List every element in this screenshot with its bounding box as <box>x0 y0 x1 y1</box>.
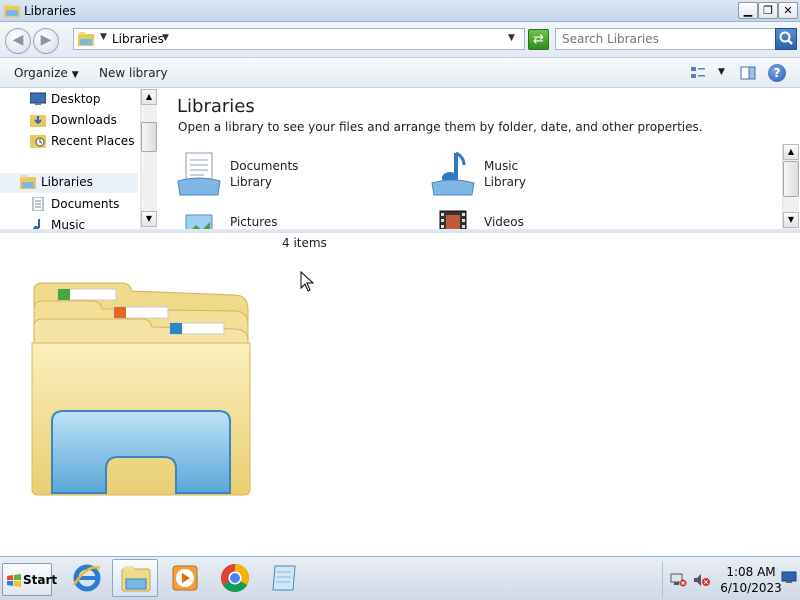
new-library-button[interactable]: New library <box>99 66 168 80</box>
libraries-large-icon <box>31 282 251 496</box>
taskbar-notepad[interactable] <box>262 559 308 597</box>
taskbar-chrome[interactable] <box>212 559 258 597</box>
sidebar-item-libraries[interactable]: Libraries <box>0 173 138 193</box>
navigation-pane: Desktop Downloads Recent Places Librarie… <box>0 89 160 229</box>
chevron-down-icon[interactable]: ▼ <box>718 67 725 77</box>
videos-library-icon <box>439 210 467 229</box>
title-bar: Libraries ▁ ❐ ✕ <box>0 0 800 22</box>
clock-date[interactable]: 6/10/2023 <box>717 581 785 595</box>
chevron-down-icon[interactable]: ▼ <box>100 32 107 42</box>
library-name: Music <box>484 159 519 173</box>
notification-area: 1:08 AM 6/10/2023 <box>662 561 798 597</box>
content-area: Libraries Open a library to see your fil… <box>160 89 800 229</box>
chevron-down-icon: ▼ <box>71 70 79 80</box>
organize-label: Organize <box>14 66 68 80</box>
refresh-button[interactable]: ⇄ <box>528 29 549 50</box>
pictures-library-icon <box>185 214 213 229</box>
library-tile-videos[interactable]: Videos <box>430 207 630 229</box>
taskbar: Start 1:08 AM 6/10/2023 <box>0 556 800 600</box>
sidebar-item-label: Music <box>51 218 86 229</box>
details-pane: 4 items <box>0 233 800 556</box>
downloads-folder-icon <box>30 115 46 127</box>
search-button[interactable] <box>775 28 797 50</box>
command-bar: Organize ▼ New library ▼ ? <box>0 58 800 88</box>
documents-library-icon <box>177 152 221 196</box>
scroll-thumb[interactable] <box>141 122 157 152</box>
notepad-icon <box>272 565 296 591</box>
sidebar-item-label: Libraries <box>41 175 93 189</box>
library-subtitle: Library <box>230 175 272 189</box>
scroll-down-button[interactable]: ▼ <box>141 211 157 227</box>
scroll-up-button[interactable]: ▲ <box>783 144 799 160</box>
internet-explorer-icon <box>72 564 101 592</box>
mouse-cursor-icon <box>300 271 315 292</box>
libraries-icon <box>4 4 20 17</box>
sidebar-item-music[interactable]: Music <box>30 216 135 229</box>
search-input[interactable] <box>562 32 772 46</box>
music-icon <box>33 219 40 229</box>
library-name: Videos <box>484 215 524 229</box>
start-button[interactable]: Start <box>2 563 57 596</box>
chevron-down-icon[interactable]: ▼ <box>162 33 169 43</box>
documents-icon <box>32 197 44 211</box>
scroll-up-button[interactable]: ▲ <box>141 89 157 105</box>
library-name: Documents <box>230 159 299 173</box>
media-player-icon <box>172 565 198 591</box>
scroll-down-button[interactable]: ▼ <box>783 212 799 228</box>
navigation-scrollbar[interactable]: ▲ ▼ <box>140 89 157 229</box>
breadcrumb-libraries[interactable]: Libraries <box>112 32 164 46</box>
clock-time[interactable]: 1:08 AM <box>721 565 781 579</box>
address-field[interactable]: ▼ Libraries ▼ ▼ <box>73 28 525 50</box>
help-button[interactable]: ? <box>768 64 786 82</box>
forward-button[interactable]: ▶ <box>33 28 59 54</box>
library-tile-documents[interactable]: Documents Library <box>176 151 376 199</box>
sidebar-item-downloads[interactable]: Downloads <box>30 111 135 131</box>
windows-logo-icon <box>7 574 21 587</box>
search-box[interactable] <box>555 28 797 50</box>
preview-pane-icon[interactable] <box>740 65 756 81</box>
music-library-icon <box>431 151 475 196</box>
address-history-dropdown[interactable]: ▼ <box>508 33 515 43</box>
search-icon <box>779 31 793 45</box>
organize-menu[interactable]: Organize ▼ <box>14 66 79 80</box>
minimize-button[interactable]: ▁ <box>738 2 758 19</box>
libraries-icon <box>20 175 36 189</box>
libraries-icon <box>78 32 94 46</box>
content-scrollbar[interactable]: ▲ ▼ <box>782 144 799 229</box>
library-tile-pictures[interactable]: Pictures <box>176 207 376 229</box>
windows-explorer-icon <box>121 566 151 592</box>
sidebar-item-label: Downloads <box>51 113 117 127</box>
network-disconnected-icon[interactable] <box>669 573 687 587</box>
sidebar-item-label: Desktop <box>51 92 101 106</box>
show-desktop-icon[interactable] <box>781 571 797 585</box>
change-view-icon[interactable] <box>690 65 706 81</box>
chrome-icon <box>221 564 249 592</box>
close-button[interactable]: ✕ <box>778 2 798 19</box>
page-title: Libraries <box>177 96 255 117</box>
library-subtitle: Library <box>484 175 526 189</box>
desktop-icon <box>30 92 46 105</box>
taskbar-windows-explorer[interactable] <box>112 559 158 597</box>
sidebar-item-label: Documents <box>51 197 120 211</box>
taskbar-internet-explorer[interactable] <box>64 559 110 597</box>
sidebar-item-label: Recent Places <box>51 134 135 148</box>
start-label: Start <box>23 573 58 587</box>
address-toolbar: ◀ ▶ ▼ Libraries ▼ ▼ ⇄ <box>0 22 800 58</box>
scroll-thumb[interactable] <box>783 161 799 197</box>
back-button[interactable]: ◀ <box>5 28 31 54</box>
sidebar-item-recent-places[interactable]: Recent Places <box>30 132 135 152</box>
library-name: Pictures <box>230 215 278 229</box>
sidebar-item-desktop[interactable]: Desktop <box>30 90 135 110</box>
library-tile-music[interactable]: Music Library <box>430 151 630 199</box>
taskbar-media-player[interactable] <box>162 559 208 597</box>
recent-places-icon <box>30 135 46 148</box>
sidebar-item-documents[interactable]: Documents <box>30 195 135 215</box>
maximize-button[interactable]: ❐ <box>758 2 778 19</box>
window-title: Libraries <box>24 4 76 18</box>
item-count: 4 items <box>282 236 327 250</box>
page-description: Open a library to see your files and arr… <box>178 120 703 134</box>
volume-muted-icon[interactable] <box>693 573 711 587</box>
